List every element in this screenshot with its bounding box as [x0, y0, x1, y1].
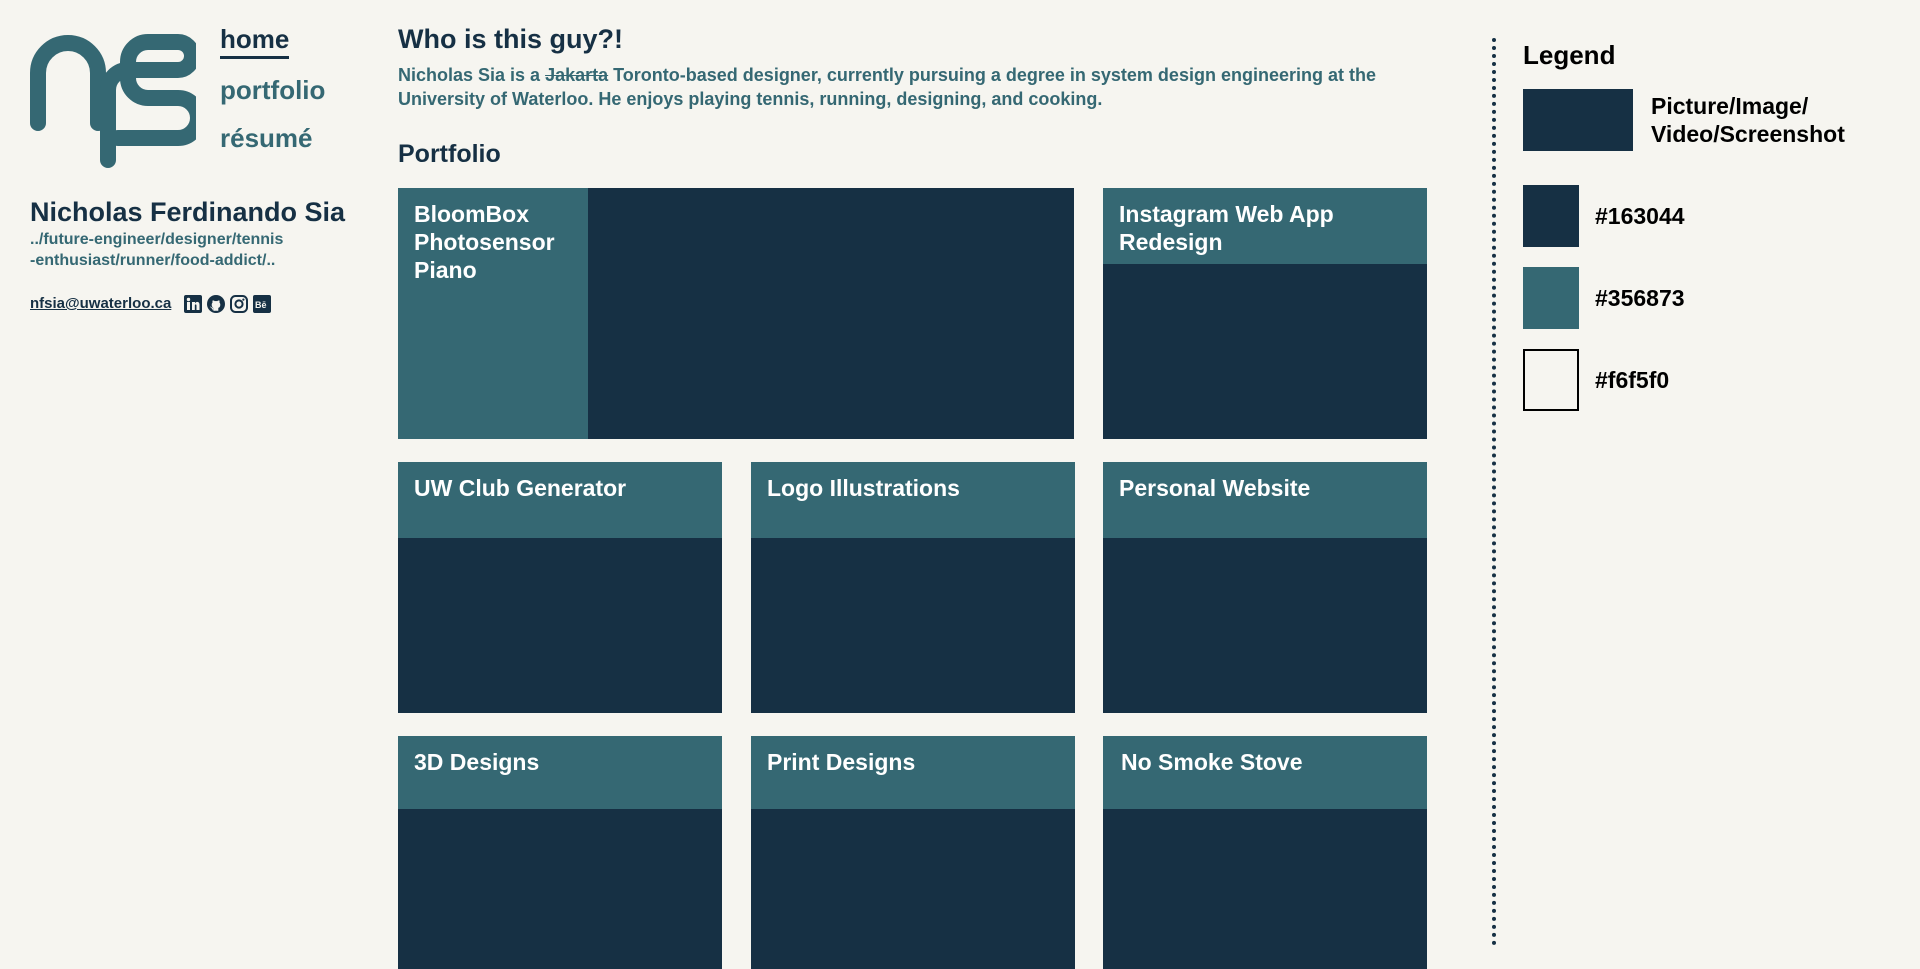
portfolio-card-bloombox[interactable]: BloomBox Photosensor Piano [398, 188, 1074, 439]
legend-label-picture: Picture/Image/ Video/Screenshot [1651, 93, 1845, 147]
card-title: No Smoke Stove [1121, 749, 1303, 775]
legend-swatch-dark [1523, 185, 1579, 247]
legend-item-background: #f6f5f0 [1523, 349, 1669, 411]
card-title: 3D Designs [414, 749, 540, 775]
legend-swatch-picture [1523, 89, 1633, 151]
nav-item-home: home [220, 22, 325, 70]
nav-link-resume[interactable]: résumé [220, 118, 313, 158]
email-link[interactable]: nfsia@uwaterloo.ca [30, 295, 171, 312]
about-text: Nicholas Sia is a Jakarta Toronto-based … [398, 63, 1438, 111]
nav-item-resume: résumé [220, 118, 325, 166]
profile-tagline: ../future-engineer/designer/tennis -enth… [30, 229, 330, 271]
tagline-line-2: -enthusiast/runner/food-addict/.. [30, 252, 276, 269]
github-icon[interactable] [206, 294, 225, 313]
legend-label-dark: #163044 [1595, 203, 1685, 229]
legend-item-dark: #163044 [1523, 185, 1685, 247]
legend-swatch-teal [1523, 267, 1579, 329]
legend-label-teal: #356873 [1595, 285, 1685, 311]
nav-link-home[interactable]: home [220, 22, 290, 59]
card-title: BloomBox Photosensor Piano [414, 201, 555, 283]
legend-divider [1492, 38, 1496, 946]
behance-icon[interactable]: Bē [252, 294, 271, 313]
instagram-icon[interactable] [229, 294, 248, 313]
legend-item-teal: #356873 [1523, 267, 1685, 329]
tagline-line-1: ../future-engineer/designer/tennis [30, 231, 284, 248]
portfolio-card-no-smoke-stove[interactable]: No Smoke Stove [1103, 736, 1427, 969]
portfolio-card-personal-website[interactable]: Personal Website [1103, 462, 1427, 713]
page: home portfolio résumé Nicholas Ferdinand… [0, 0, 1920, 969]
portfolio-title: Portfolio [398, 140, 501, 168]
portfolio-card-logo-illustrations[interactable]: Logo Illustrations [751, 462, 1075, 713]
legend-swatch-background [1523, 349, 1579, 411]
about-text-start: Nicholas Sia is a [398, 65, 546, 85]
card-title: UW Club Generator [414, 475, 627, 501]
profile-name: Nicholas Ferdinando Sia [30, 197, 346, 227]
portfolio-card-instagram-redesign[interactable]: Instagram Web App Redesign [1103, 188, 1427, 439]
contact-row: nfsia@uwaterloo.ca Bē [30, 294, 275, 313]
legend-label-background: #f6f5f0 [1595, 367, 1670, 393]
about-title: Who is this guy?! [398, 24, 623, 54]
portfolio-card-uw-club-generator[interactable]: UW Club Generator [398, 462, 722, 713]
card-title: Print Designs [767, 749, 916, 775]
nav-item-portfolio: portfolio [220, 70, 325, 118]
card-title: Instagram Web App Redesign [1119, 201, 1334, 255]
card-title: Logo Illustrations [767, 475, 960, 501]
legend-title: Legend [1523, 40, 1616, 70]
about-struck-word: Jakarta [545, 65, 609, 85]
card-title: Personal Website [1119, 475, 1311, 501]
nfs-logo[interactable] [28, 28, 196, 168]
linkedin-icon[interactable] [183, 294, 202, 313]
portfolio-card-print-designs[interactable]: Print Designs [751, 736, 1075, 969]
main-nav: home portfolio résumé [220, 22, 325, 166]
legend-item-picture: Picture/Image/ Video/Screenshot [1523, 89, 1845, 151]
svg-text:Bē: Bē [255, 300, 267, 310]
portfolio-card-3d-designs[interactable]: 3D Designs [398, 736, 722, 969]
nav-link-portfolio[interactable]: portfolio [220, 70, 325, 110]
